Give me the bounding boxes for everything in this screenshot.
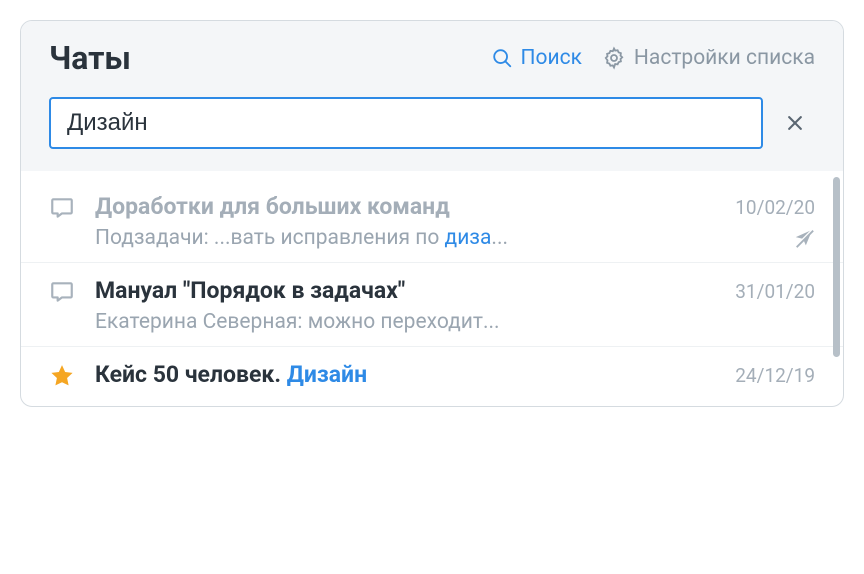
page-title: Чаты <box>49 39 131 77</box>
chat-item-body: Мануал "Порядок в задачах" 31/01/20 Екат… <box>95 277 815 334</box>
clear-search-button[interactable] <box>781 109 809 137</box>
chat-list: Доработки для больших команд 10/02/20 По… <box>21 171 843 406</box>
chat-icon <box>49 193 77 250</box>
chat-item-body: Доработки для больших команд 10/02/20 По… <box>95 193 815 250</box>
chat-date: 10/02/20 <box>735 196 815 219</box>
gear-icon <box>602 46 626 70</box>
chat-date: 24/12/19 <box>735 364 815 387</box>
chat-title: Доработки для больших команд <box>95 193 450 220</box>
chat-title: Мануал "Порядок в задачах" <box>95 277 405 304</box>
chat-item[interactable]: Кейс 50 человек. Дизайн 24/12/19 <box>21 347 843 406</box>
chat-item-body: Кейс 50 человек. Дизайн 24/12/19 <box>95 361 815 394</box>
chat-title: Кейс 50 человек. Дизайн <box>95 361 367 388</box>
search-row <box>49 97 815 171</box>
chats-header: Чаты Поиск Настройки списка <box>21 21 843 171</box>
chats-panel: Чаты Поиск Настройки списка <box>20 20 844 407</box>
header-top: Чаты Поиск Настройки списка <box>49 39 815 77</box>
search-link-label: Поиск <box>521 46 582 70</box>
chat-date: 31/01/20 <box>735 280 815 303</box>
muted-icon <box>793 227 815 249</box>
search-link[interactable]: Поиск <box>491 46 582 70</box>
star-icon <box>49 361 77 394</box>
settings-link-label: Настройки списка <box>634 46 815 70</box>
header-actions: Поиск Настройки списка <box>491 46 816 70</box>
chat-subtitle: Подзадачи: ...вать исправления по диза..… <box>95 226 508 250</box>
chat-subtitle: Екатерина Северная: можно переходит... <box>95 310 500 334</box>
settings-link[interactable]: Настройки списка <box>602 46 815 70</box>
chat-icon <box>49 277 77 334</box>
search-input[interactable] <box>49 97 763 149</box>
search-icon <box>491 47 513 69</box>
chat-item[interactable]: Мануал "Порядок в задачах" 31/01/20 Екат… <box>21 263 843 347</box>
scrollbar[interactable] <box>833 177 840 357</box>
chat-item[interactable]: Доработки для больших команд 10/02/20 По… <box>21 179 843 263</box>
close-icon <box>785 113 805 133</box>
